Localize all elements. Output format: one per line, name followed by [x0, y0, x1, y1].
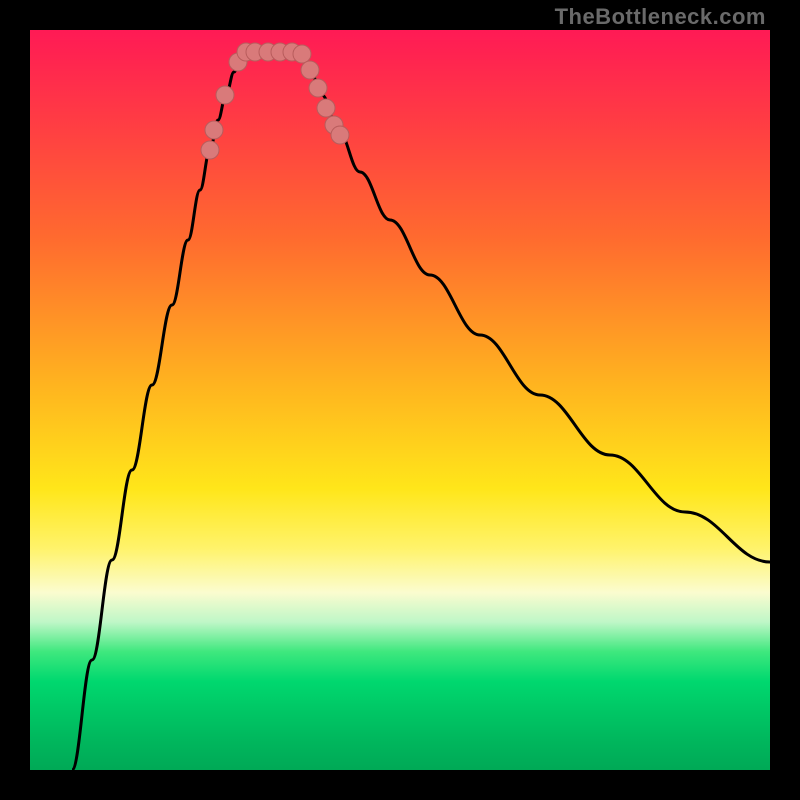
marker-left-2: [216, 86, 234, 104]
bottleneck-curve-chart: [30, 30, 770, 770]
curve-left-branch: [72, 52, 246, 770]
marker-right-1: [301, 61, 319, 79]
marker-left-0: [201, 141, 219, 159]
chart-frame: [0, 0, 800, 800]
marker-right-5: [331, 126, 349, 144]
watermark-text: TheBottleneck.com: [555, 4, 766, 30]
curve-right-branch: [300, 52, 770, 562]
marker-right-3: [317, 99, 335, 117]
marker-left-1: [205, 121, 223, 139]
marker-right-2: [309, 79, 327, 97]
marker-right-0: [293, 45, 311, 63]
plot-area: [30, 30, 770, 770]
